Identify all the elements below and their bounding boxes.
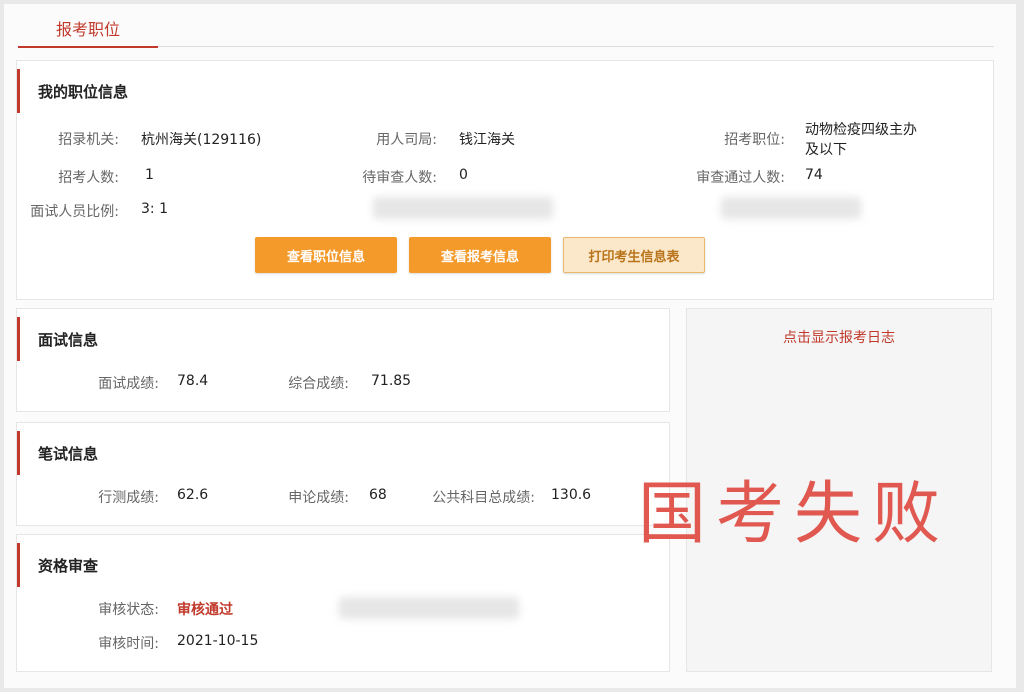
value-passed-count: 74 bbox=[805, 167, 823, 183]
value-recruit-org: 杭州海关(129116) bbox=[141, 132, 262, 148]
show-log-link[interactable]: 点击显示报考日志 bbox=[687, 327, 991, 347]
value-interview-ratio: 3: 1 bbox=[141, 201, 168, 217]
value-total-score: 71.85 bbox=[371, 373, 412, 389]
label-review-status: 审核状态: bbox=[98, 602, 159, 618]
label-recruit-org: 招录机关: bbox=[58, 132, 119, 148]
value-position-line1: 动物检疫四级主办 bbox=[805, 122, 917, 138]
panel-title-position-info: 我的职位信息 bbox=[17, 69, 128, 113]
label-shenlun-score: 申论成绩: bbox=[288, 490, 349, 506]
value-pending-count: 0 bbox=[459, 167, 468, 183]
label-interview-score: 面试成绩: bbox=[98, 376, 159, 392]
tab-apply-position[interactable]: 报考职位 bbox=[18, 10, 158, 48]
value-employer: 钱江海关 bbox=[459, 132, 515, 148]
label-review-time: 审核时间: bbox=[98, 636, 159, 652]
value-review-status: 审核通过 bbox=[177, 602, 233, 618]
label-passed-count: 审查通过人数: bbox=[696, 170, 785, 186]
value-public-total-score: 130.6 bbox=[551, 487, 592, 503]
written-panel: 笔试信息 行测成绩: 62.6 申论成绩: 68 公共科目总成绩: 130.6 bbox=[16, 422, 670, 526]
redacted-area bbox=[721, 197, 861, 219]
print-form-button[interactable]: 打印考生信息表 bbox=[563, 237, 705, 273]
label-pending-count: 待审查人数: bbox=[362, 170, 437, 186]
qualification-panel: 资格审查 审核状态: 审核通过 审核时间: 2021-10-15 bbox=[16, 534, 670, 672]
view-position-button[interactable]: 查看职位信息 bbox=[255, 237, 397, 273]
value-review-time: 2021-10-15 bbox=[177, 633, 259, 649]
overlay-text: 国考失败 bbox=[638, 475, 951, 554]
view-application-button[interactable]: 查看报考信息 bbox=[409, 237, 551, 273]
label-xingce-score: 行测成绩: bbox=[98, 490, 159, 506]
tab-divider bbox=[158, 46, 994, 47]
redacted-area bbox=[373, 197, 553, 219]
value-position-line2: 及以下 bbox=[805, 142, 847, 158]
interview-panel: 面试信息 面试成绩: 78.4 综合成绩: 71.85 bbox=[16, 308, 670, 412]
value-xingce-score: 62.6 bbox=[177, 487, 209, 503]
panel-title-written: 笔试信息 bbox=[17, 431, 98, 475]
panel-title-qualification: 资格审查 bbox=[17, 543, 98, 587]
label-public-total-score: 公共科目总成绩: bbox=[432, 490, 535, 506]
position-info-panel: 我的职位信息 招录机关: 杭州海关(129116) 用人司局: 钱江海关 招考职… bbox=[16, 60, 994, 300]
label-total-score: 综合成绩: bbox=[288, 376, 349, 392]
label-interview-ratio: 面试人员比例: bbox=[30, 204, 119, 220]
label-recruit-count: 招考人数: bbox=[58, 170, 119, 186]
value-shenlun-score: 68 bbox=[369, 487, 387, 503]
label-employer: 用人司局: bbox=[376, 132, 437, 148]
page: 报考职位 我的职位信息 招录机关: 杭州海关(129116) 用人司局: 钱江海… bbox=[4, 4, 1016, 688]
redacted-area bbox=[339, 597, 519, 619]
panel-title-interview: 面试信息 bbox=[17, 317, 98, 361]
label-position: 招考职位: bbox=[724, 132, 785, 148]
value-interview-score: 78.4 bbox=[177, 373, 209, 389]
value-recruit-count: 1 bbox=[145, 167, 154, 183]
